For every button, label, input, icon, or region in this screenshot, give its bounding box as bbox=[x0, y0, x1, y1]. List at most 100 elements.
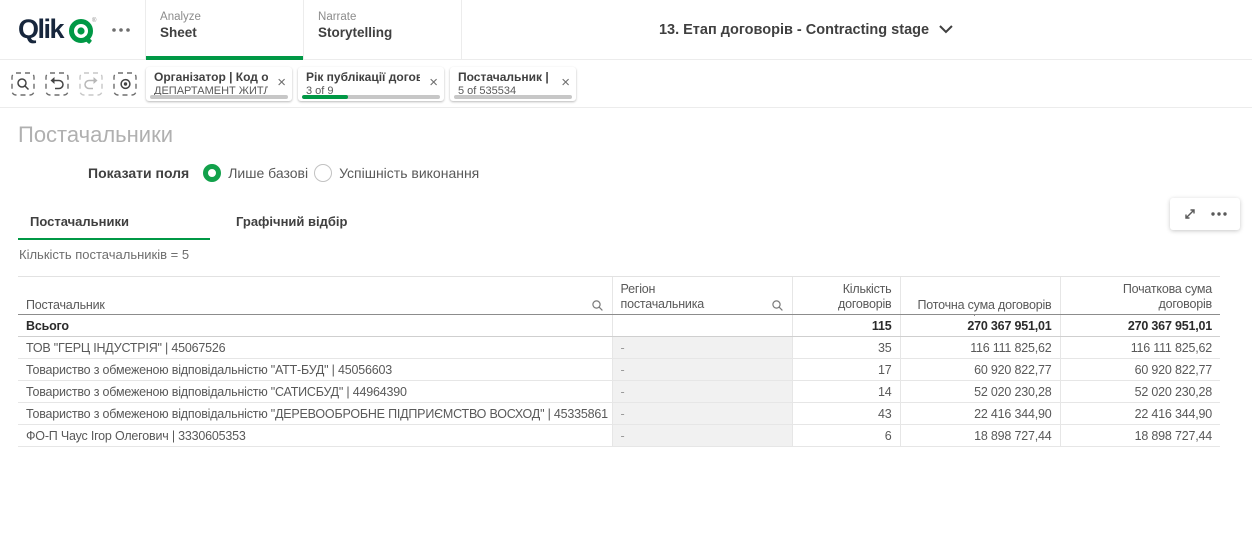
show-fields-label: Показати поля bbox=[88, 165, 190, 181]
chip-field-name: Постачальник | Код ... bbox=[458, 69, 552, 84]
initial-sum-cell: 52 020 230,28 bbox=[1059, 380, 1220, 403]
sheet-title-text: 13. Етап договорів - Contracting stage bbox=[658, 21, 930, 38]
panel-tabs: Постачальники Графічний відбір bbox=[18, 208, 1234, 240]
redo-icon bbox=[79, 71, 103, 96]
show-fields-control: Показати поля Лише базові Успішність вик… bbox=[88, 164, 1234, 182]
smart-search-button[interactable] bbox=[10, 71, 36, 97]
chip-field-name: Рік публікації догов... bbox=[306, 69, 420, 84]
qlik-logo[interactable]: Qlik ® bbox=[0, 0, 105, 59]
tab-suppliers[interactable]: Постачальники bbox=[18, 208, 210, 240]
column-header-current-sum[interactable]: Поточна сума договорів bbox=[899, 276, 1060, 315]
search-icon[interactable] bbox=[771, 299, 784, 312]
chip-progress-fill bbox=[302, 94, 348, 99]
totals-region bbox=[611, 314, 792, 337]
qlik-logo-wordmark: Qlik bbox=[18, 14, 65, 44]
selection-chip-supplier[interactable]: Постачальник | Код ... 5 of 535534 × bbox=[450, 66, 576, 101]
table-row: Товариство з обмеженою відповідальністю … bbox=[18, 358, 1220, 381]
close-icon[interactable]: × bbox=[429, 75, 438, 90]
region-cell[interactable]: - bbox=[611, 424, 792, 447]
radio-option-basic[interactable]: Лише базові bbox=[203, 164, 308, 182]
column-header-contract-count[interactable]: Кількість договорів bbox=[791, 276, 900, 315]
radio-selected-icon[interactable] bbox=[203, 164, 222, 182]
selection-tools bbox=[10, 71, 138, 97]
mode-tabs: Analyze Sheet Narrate Storytelling bbox=[145, 0, 463, 60]
current-sum-cell: 60 920 822,77 bbox=[899, 358, 1060, 381]
more-icon[interactable] bbox=[1210, 211, 1228, 217]
page-title: Постачальники bbox=[18, 122, 173, 147]
totals-label: Всього bbox=[18, 314, 612, 337]
table-row: Товариство з обмеженою відповідальністю … bbox=[18, 402, 1220, 425]
count-cell: 17 bbox=[791, 358, 900, 381]
chip-progress-track bbox=[150, 94, 288, 99]
region-cell[interactable]: - bbox=[611, 402, 792, 425]
supplier-cell[interactable]: Товариство з обмеженою відповідальністю … bbox=[18, 380, 612, 403]
close-icon[interactable]: × bbox=[277, 75, 286, 90]
totals-count: 115 bbox=[791, 314, 900, 337]
initial-sum-cell: 18 898 727,44 bbox=[1059, 424, 1220, 447]
region-cell[interactable]: - bbox=[611, 358, 792, 381]
radio-label: Успішність виконання bbox=[339, 165, 480, 181]
global-menu-button[interactable] bbox=[105, 0, 145, 59]
current-sum-cell: 116 111 825,62 bbox=[899, 336, 1060, 359]
totals-initial: 270 367 951,01 bbox=[1059, 314, 1220, 337]
current-sum-cell: 52 020 230,28 bbox=[899, 380, 1060, 403]
chevron-down-icon bbox=[939, 25, 953, 34]
current-sum-cell: 18 898 727,44 bbox=[899, 424, 1060, 447]
radio-unselected-icon[interactable] bbox=[314, 164, 333, 182]
chip-progress-track bbox=[454, 94, 572, 99]
column-header-supplier[interactable]: Постачальник bbox=[18, 276, 612, 315]
supplier-cell[interactable]: ФО-П Чаус Ігор Олегович | 3330605353 bbox=[18, 424, 612, 447]
suppliers-count-text: Кількість постачальників = 5 bbox=[19, 247, 190, 262]
column-header-initial-sum[interactable]: Початкова сума договорів bbox=[1059, 276, 1220, 315]
table-row: ФО-П Чаус Ігор Олегович | 3330605353 - 6… bbox=[18, 424, 1220, 447]
close-icon[interactable]: × bbox=[561, 75, 570, 90]
initial-sum-cell: 22 416 344,90 bbox=[1059, 402, 1220, 425]
sort-descending-icon: ▼ bbox=[970, 315, 978, 319]
supplier-cell[interactable]: Товариство з обмеженою відповідальністю … bbox=[18, 358, 612, 381]
tab-graphic-selection[interactable]: Графічний відбір bbox=[224, 208, 416, 240]
step-forward-button[interactable] bbox=[78, 71, 104, 97]
tab-analyze-sheet[interactable]: Analyze Sheet bbox=[146, 0, 305, 60]
selection-chip-organizer[interactable]: Організатор | Код о... ДЕПАРТАМЕНТ ЖИТЛО… bbox=[146, 66, 292, 101]
qlik-q-icon: ® bbox=[67, 15, 97, 45]
column-header-region[interactable]: Регіон постачальника bbox=[611, 276, 792, 315]
selections-bar: Організатор | Код о... ДЕПАРТАМЕНТ ЖИТЛО… bbox=[0, 60, 1252, 108]
object-actions bbox=[1170, 198, 1240, 230]
tab-label: Storytelling bbox=[318, 25, 393, 40]
sheet-area: Постачальники Показати поля Лише базові … bbox=[0, 108, 1252, 447]
region-cell[interactable]: - bbox=[611, 336, 792, 359]
totals-row: Всього 115 ▼ 270 367 951,01 270 367 951,… bbox=[18, 314, 1220, 337]
chip-field-name: Організатор | Код о... bbox=[154, 69, 268, 84]
svg-text:®: ® bbox=[92, 17, 97, 24]
suppliers-table: Постачальник Регіон постачальника Кількі… bbox=[18, 276, 1220, 447]
tab-sublabel: Narrate bbox=[318, 11, 357, 23]
current-sum-cell: 22 416 344,90 bbox=[899, 402, 1060, 425]
totals-current: ▼ 270 367 951,01 bbox=[899, 314, 1060, 337]
count-cell: 14 bbox=[791, 380, 900, 403]
more-icon bbox=[112, 27, 130, 32]
undo-icon bbox=[45, 71, 69, 96]
radio-option-performance[interactable]: Успішність виконання bbox=[314, 164, 479, 182]
radio-label: Лише базові bbox=[228, 165, 309, 181]
supplier-cell[interactable]: ТОВ "ГЕРЦ ІНДУСТРІЯ" | 45067526 bbox=[18, 336, 612, 359]
initial-sum-cell: 116 111 825,62 bbox=[1059, 336, 1220, 359]
supplier-cell[interactable]: Товариство з обмеженою відповідальністю … bbox=[18, 402, 612, 425]
step-back-button[interactable] bbox=[44, 71, 70, 97]
chip-progress-track bbox=[302, 94, 440, 99]
top-bar: Qlik ® Analyze Sheet Narrate Storytellin… bbox=[0, 0, 1252, 60]
table-row: Товариство з обмеженою відповідальністю … bbox=[18, 380, 1220, 403]
search-icon bbox=[11, 71, 35, 96]
expand-icon[interactable] bbox=[1182, 206, 1198, 222]
clear-all-selections-button[interactable] bbox=[112, 71, 138, 97]
sheet-selector[interactable]: 13. Етап договорів - Contracting stage bbox=[659, 0, 953, 59]
count-cell: 6 bbox=[791, 424, 900, 447]
suppliers-panel: Постачальники Графічний відбір Кількість… bbox=[18, 198, 1240, 447]
selection-chip-publication-year[interactable]: Рік публікації догов... 3 of 9 × bbox=[298, 66, 444, 101]
region-cell[interactable]: - bbox=[611, 380, 792, 403]
search-icon[interactable] bbox=[591, 299, 604, 312]
tab-sublabel: Analyze bbox=[160, 11, 201, 23]
initial-sum-cell: 60 920 822,77 bbox=[1059, 358, 1220, 381]
clear-selections-icon bbox=[113, 71, 137, 96]
tab-narrate-storytelling[interactable]: Narrate Storytelling bbox=[304, 0, 463, 59]
count-cell: 43 bbox=[791, 402, 900, 425]
